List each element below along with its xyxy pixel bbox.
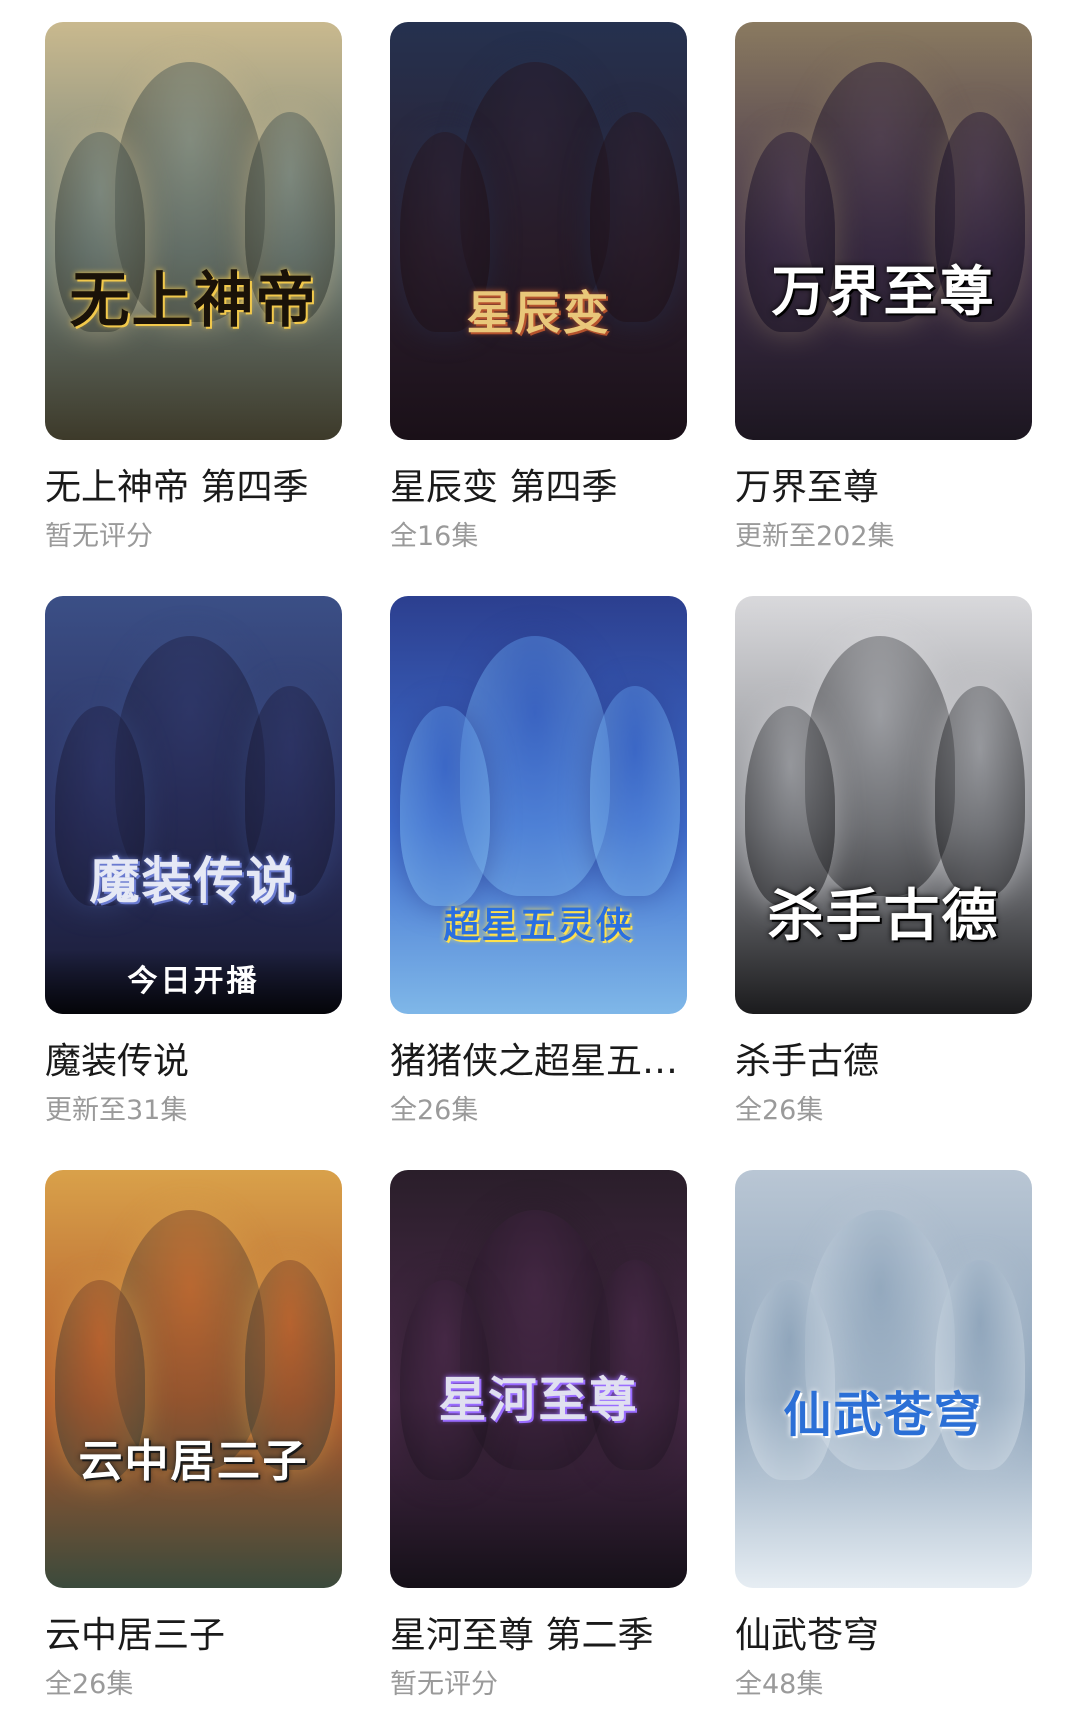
poster-image[interactable]: 无上神帝 [45, 22, 342, 440]
episode-status: 全26集 [735, 1095, 824, 1126]
poster-image[interactable]: 星河至尊 [390, 1170, 687, 1588]
episode-status: 更新至202集 [735, 521, 895, 552]
poster-image[interactable]: 仙武苍穹 [735, 1170, 1032, 1588]
episode-status: 暂无评分 [45, 521, 153, 552]
anime-title[interactable]: 星辰变 第四季 [390, 466, 687, 510]
anime-card[interactable]: 仙武苍穹 仙武苍穹 全48集 [735, 1170, 1032, 1719]
anime-title[interactable]: 仙武苍穹 [735, 1614, 1032, 1658]
poster-title-logo: 杀手古德 [767, 883, 1000, 949]
poster-title-logo: 云中居三子 [78, 1436, 309, 1487]
anime-card[interactable]: 超星五灵侠猪猪侠之超星五灵侠全26集 [390, 596, 687, 1170]
airing-today-badge: 今日开播 [45, 950, 342, 1014]
poster-image[interactable]: 万界至尊 [735, 22, 1032, 440]
episode-status: 全26集 [45, 1669, 134, 1700]
anime-card[interactable]: 杀手古德 杀手古德 全26集 [735, 596, 1032, 1170]
poster-title-logo: 仙武苍穹 [783, 1387, 984, 1443]
poster-title-logo: 无上神帝 [69, 266, 318, 336]
anime-title[interactable]: 星河至尊 第二季 [390, 1614, 687, 1658]
anime-grid-page: 无上神帝 无上神帝 第四季 暂无评分 星辰变 星辰变 第四季 全16集 万界至尊 万界至尊 更新… [0, 0, 1080, 1719]
poster-image[interactable]: 魔装传说 今日开播 [45, 596, 342, 1014]
poster-title-logo: 超星五灵侠 [443, 904, 634, 946]
episode-status: 更新至31集 [45, 1095, 188, 1126]
episode-status: 全48集 [735, 1669, 824, 1700]
episode-status: 暂无评分 [390, 1669, 498, 1700]
anime-card[interactable]: 云中居三子 云中居三子 全26集 [45, 1170, 342, 1719]
poster-image[interactable]: 超星五灵侠 [390, 596, 687, 1014]
anime-card[interactable]: 星河至尊星河至尊 第二季暂无评分 [390, 1170, 687, 1719]
episode-status: 全16集 [390, 521, 479, 552]
anime-title[interactable]: 魔装传说 [45, 1040, 342, 1084]
episode-status: 全26集 [390, 1095, 479, 1126]
poster-title-logo: 万界至尊 [771, 259, 996, 323]
poster-title-logo: 星辰变 [466, 286, 611, 340]
anime-card[interactable]: 无上神帝无上神帝 第四季暂无评分 [45, 22, 342, 596]
anime-title[interactable]: 云中居三子 [45, 1614, 342, 1658]
anime-card[interactable]: 星辰变星辰变 第四季全16集 [390, 22, 687, 596]
poster-image[interactable]: 杀手古德 [735, 596, 1032, 1014]
poster-title-logo: 魔装传说 [89, 851, 298, 910]
poster-character-figure [590, 686, 680, 896]
anime-title[interactable]: 猪猪侠之超星五灵侠 [390, 1040, 687, 1084]
anime-grid: 无上神帝 无上神帝 第四季 暂无评分 星辰变 星辰变 第四季 全16集 万界至尊 万界至尊 更新… [45, 22, 1035, 1719]
anime-title[interactable]: 无上神帝 第四季 [45, 466, 342, 510]
anime-title[interactable]: 万界至尊 [735, 466, 1032, 510]
poster-image[interactable]: 星辰变 [390, 22, 687, 440]
poster-image[interactable]: 云中居三子 [45, 1170, 342, 1588]
anime-card[interactable]: 万界至尊 万界至尊 更新至202集 [735, 22, 1032, 596]
anime-card[interactable]: 魔装传说 今日开播 魔装传说 更新至31集 [45, 596, 342, 1170]
poster-title-logo: 星河至尊 [438, 1372, 639, 1428]
anime-title[interactable]: 杀手古德 [735, 1040, 1032, 1084]
poster-character-figure [935, 686, 1025, 896]
poster-character-figure [400, 706, 490, 906]
